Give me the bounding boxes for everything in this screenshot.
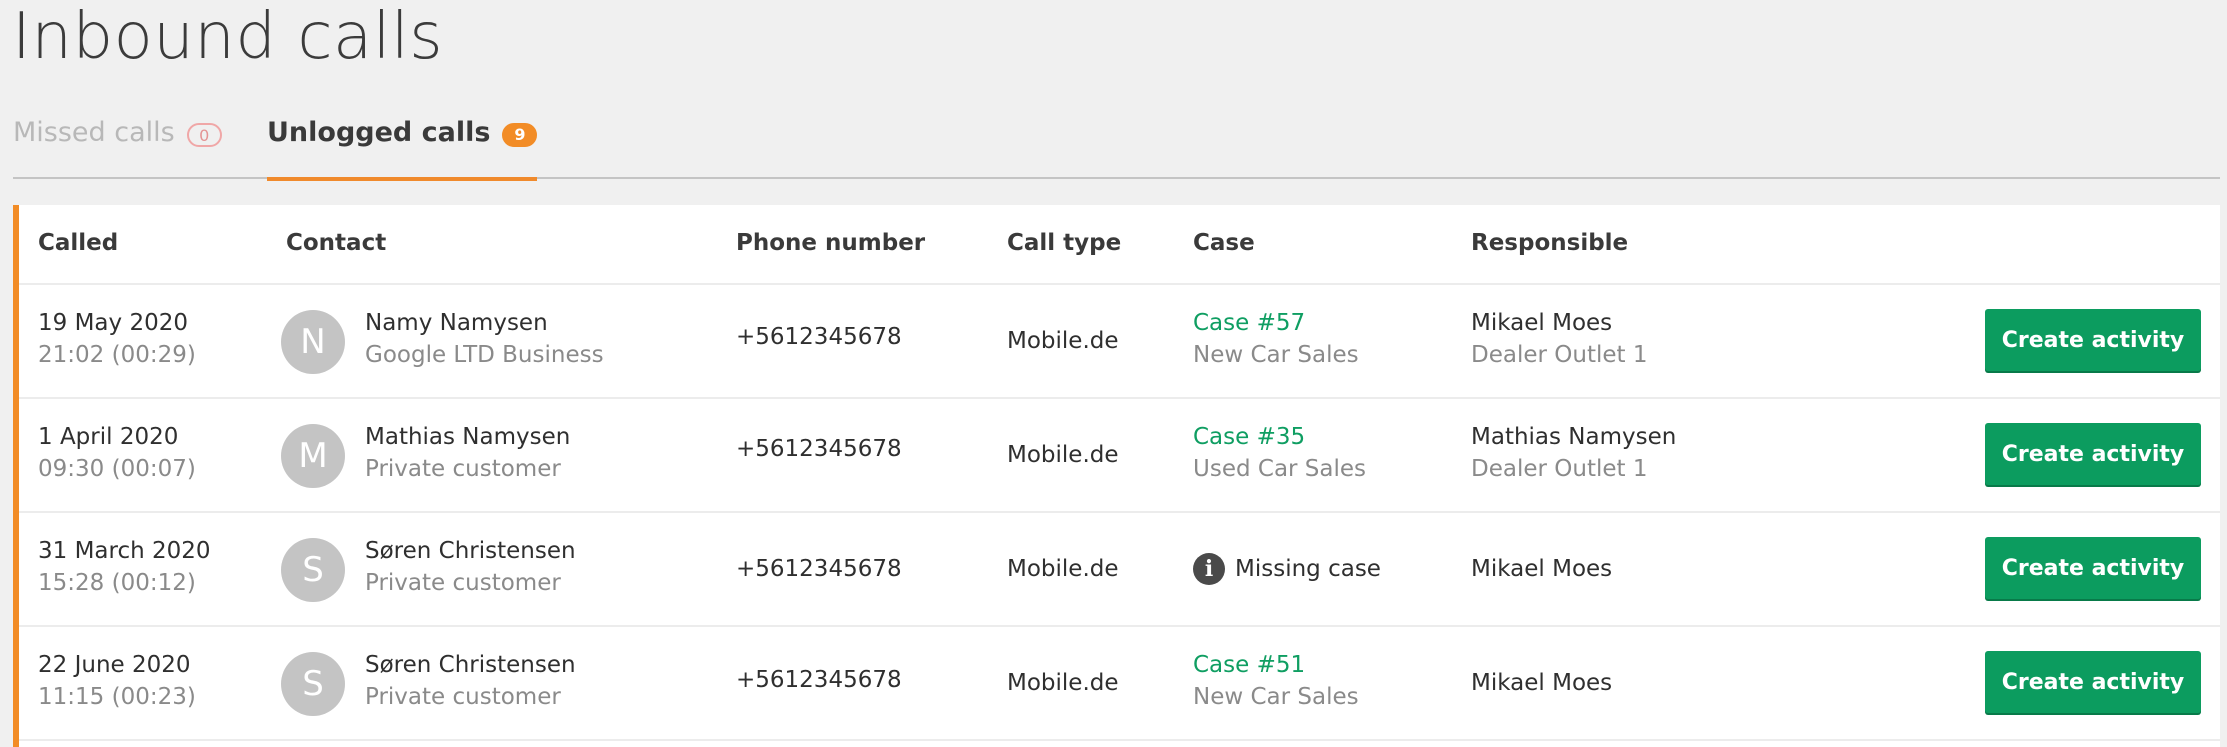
contact-name: Søren Christensen [365, 538, 576, 564]
table-row: 1 April 2020 09:30 (00:07) M Mathias Nam… [19, 399, 2220, 513]
case-category: Used Car Sales [1193, 456, 1367, 482]
count-badge: 0 [186, 123, 222, 147]
responsible-name: Mikael Moes [1471, 310, 1613, 336]
phone-cell: +5612345678 [736, 556, 902, 582]
contact-cell[interactable]: Namy Namysen Google LTD Business [365, 310, 604, 368]
contact-company: Private customer [365, 684, 561, 710]
missing-case: i Missing case [1193, 553, 1381, 585]
create-activity-button[interactable]: Create activity [1985, 651, 2201, 713]
case-link[interactable]: Case #51 [1193, 652, 1359, 678]
column-header-case: Case [1193, 230, 1255, 256]
tab-label: Missed calls [13, 117, 175, 148]
contact-name: Namy Namysen [365, 310, 548, 336]
called-cell: 22 June 2020 11:15 (00:23) [38, 652, 196, 710]
call-date: 1 April 2020 [38, 424, 179, 450]
call-type: Mobile.de [1007, 328, 1119, 354]
table-row: 19 May 2020 21:02 (00:29) N Namy Namysen… [19, 285, 2220, 399]
contact-cell[interactable]: Søren Christensen Private customer [365, 538, 576, 596]
column-header-contact: Contact [286, 230, 387, 256]
responsible-name: Mikael Moes [1471, 556, 1613, 582]
responsible-name: Mathias Namysen [1471, 424, 1677, 450]
contact-cell[interactable]: Mathias Namysen Private customer [365, 424, 570, 482]
call-type: Mobile.de [1007, 670, 1119, 696]
avatar: S [281, 652, 345, 716]
column-header-call-type: Call type [1007, 230, 1122, 256]
call-type-cell: Mobile.de [1007, 556, 1119, 582]
responsible-name: Mikael Moes [1471, 670, 1613, 696]
case-cell: i Missing case [1193, 553, 1381, 585]
create-activity-button[interactable]: Create activity [1985, 537, 2201, 599]
case-link[interactable]: Case #35 [1193, 424, 1366, 450]
phone-number: +5612345678 [736, 556, 902, 582]
called-cell: 19 May 2020 21:02 (00:29) [38, 310, 196, 368]
table-row: 22 June 2020 11:15 (00:23) S Søren Chris… [19, 627, 2220, 741]
responsible-outlet: Dealer Outlet 1 [1471, 456, 1648, 482]
responsible-cell: Mikael Moes [1471, 670, 1612, 696]
case-link[interactable]: Case #57 [1193, 310, 1359, 336]
case-category: New Car Sales [1193, 342, 1359, 368]
phone-number: +5612345678 [736, 667, 902, 693]
tab-label: Unlogged calls [267, 117, 491, 148]
called-cell: 31 March 2020 15:28 (00:12) [38, 538, 211, 596]
responsible-cell: Mikael Moes [1471, 556, 1612, 582]
phone-cell: +5612345678 [736, 436, 902, 462]
responsible-cell: Mathias Namysen Dealer Outlet 1 [1471, 424, 1676, 482]
create-activity-button[interactable]: Create activity [1985, 423, 2201, 485]
info-icon: i [1193, 553, 1225, 585]
call-type-cell: Mobile.de [1007, 442, 1119, 468]
call-time: 21:02 (00:29) [38, 342, 196, 368]
responsible-outlet: Dealer Outlet 1 [1471, 342, 1648, 368]
avatar: S [281, 538, 345, 602]
column-header-phone: Phone number [736, 230, 926, 256]
case-category: New Car Sales [1193, 684, 1359, 710]
table-row: 31 March 2020 15:28 (00:12) S Søren Chri… [19, 513, 2220, 627]
call-time: 15:28 (00:12) [38, 570, 196, 596]
call-type-cell: Mobile.de [1007, 670, 1119, 696]
contact-company: Private customer [365, 456, 561, 482]
called-cell: 1 April 2020 09:30 (00:07) [38, 424, 196, 482]
call-date: 22 June 2020 [38, 652, 191, 678]
case-cell: Case #57 New Car Sales [1193, 310, 1359, 368]
call-type: Mobile.de [1007, 556, 1119, 582]
responsible-cell: Mikael Moes Dealer Outlet 1 [1471, 310, 1647, 368]
contact-company: Private customer [365, 570, 561, 596]
contact-name: Mathias Namysen [365, 424, 571, 450]
table-header: Called Contact Phone number Call type Ca… [19, 205, 2220, 285]
case-cell: Case #35 Used Car Sales [1193, 424, 1366, 482]
phone-cell: +5612345678 [736, 667, 902, 693]
contact-name: Søren Christensen [365, 652, 576, 678]
call-date: 31 March 2020 [38, 538, 211, 564]
avatar: M [281, 424, 345, 488]
column-header-called: Called [38, 230, 119, 256]
create-activity-button[interactable]: Create activity [1985, 309, 2201, 371]
tab-missed-calls[interactable]: Missed calls 0 [13, 117, 222, 179]
call-type: Mobile.de [1007, 442, 1119, 468]
call-time: 11:15 (00:23) [38, 684, 196, 710]
contact-cell[interactable]: Søren Christensen Private customer [365, 652, 576, 710]
call-time: 09:30 (00:07) [38, 456, 196, 482]
phone-number: +5612345678 [736, 324, 902, 350]
phone-number: +5612345678 [736, 436, 902, 462]
calls-table: Called Contact Phone number Call type Ca… [13, 205, 2220, 747]
count-badge: 9 [502, 123, 538, 147]
missing-case-label: Missing case [1235, 556, 1381, 582]
call-type-cell: Mobile.de [1007, 328, 1119, 354]
page-title: Inbound calls [12, 0, 444, 74]
case-cell: Case #51 New Car Sales [1193, 652, 1359, 710]
tab-unlogged-calls[interactable]: Unlogged calls 9 [267, 117, 538, 181]
phone-cell: +5612345678 [736, 324, 902, 350]
column-header-responsible: Responsible [1471, 230, 1629, 256]
contact-company: Google LTD Business [365, 342, 604, 368]
avatar: N [281, 310, 345, 374]
tab-bar: Missed calls 0 Unlogged calls 9 [13, 105, 2220, 181]
call-date: 19 May 2020 [38, 310, 188, 336]
